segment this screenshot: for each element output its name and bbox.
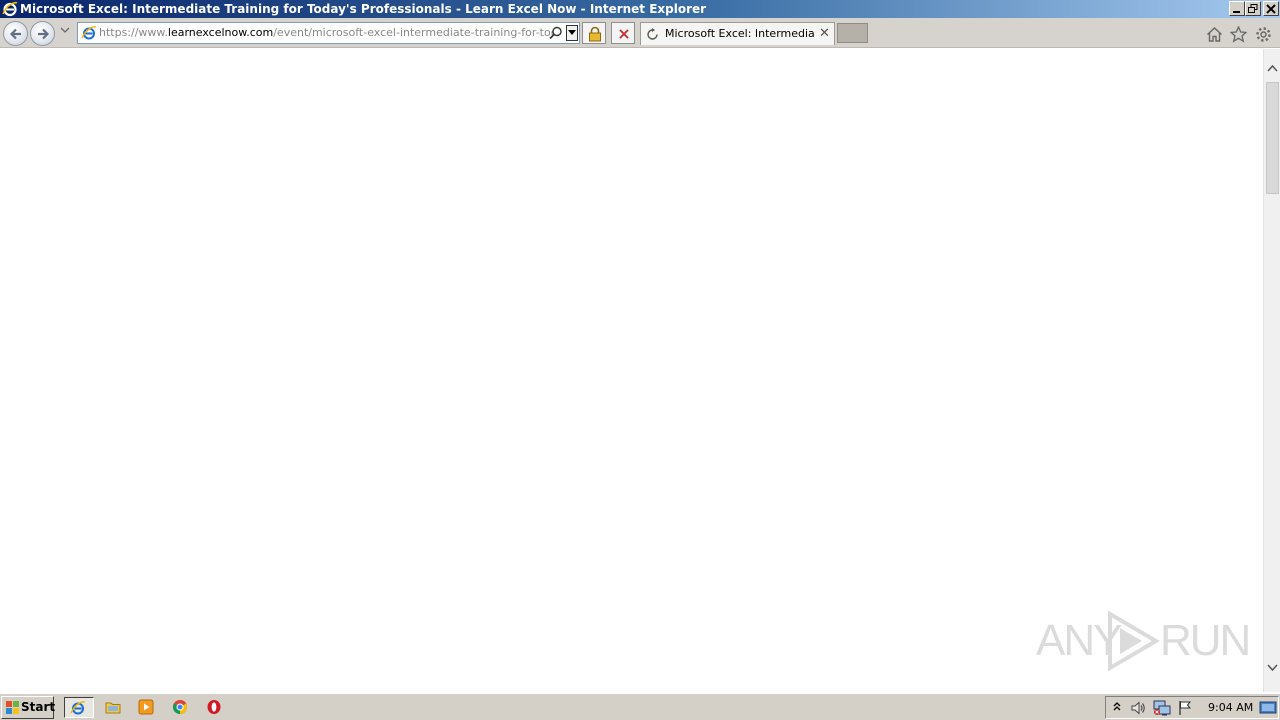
url-scheme: https://www. — [99, 26, 168, 39]
lock-icon — [589, 26, 601, 42]
taskbar-internet-explorer[interactable] — [64, 697, 94, 718]
taskbar-chrome[interactable] — [168, 697, 192, 718]
ie-page-icon — [81, 26, 97, 40]
home-icon[interactable] — [1206, 26, 1223, 43]
taskbar-media-player[interactable] — [134, 697, 158, 718]
media-player-icon — [138, 699, 154, 715]
forward-arrow-icon — [38, 28, 50, 40]
loading-spinner-icon — [647, 28, 658, 40]
minimize-icon — [1233, 11, 1240, 13]
windows-flag-icon — [6, 701, 19, 714]
window-titlebar[interactable]: Microsoft Excel: Intermediate Training f… — [0, 0, 1280, 18]
volume-icon[interactable] — [1130, 700, 1146, 716]
opera-icon — [207, 700, 221, 714]
scroll-down-arrow-icon[interactable] — [1267, 664, 1278, 672]
start-button[interactable]: Start — [1, 696, 56, 719]
vertical-scrollbar[interactable] — [1263, 49, 1280, 692]
ie-icon — [70, 701, 86, 715]
tab-active[interactable]: Microsoft Excel: Intermediat... ✕ — [640, 22, 835, 45]
action-center-flag-icon[interactable] — [1177, 700, 1193, 716]
folder-icon — [105, 702, 121, 714]
dropdown-triangle-icon — [568, 30, 576, 35]
url-domain: learnexcelnow.com — [167, 26, 274, 39]
recent-pages-chevron-icon[interactable] — [60, 27, 70, 35]
address-bar[interactable]: https://www.learnexcelnow.com/event/micr… — [77, 22, 580, 44]
scrollbar-thumb[interactable] — [1266, 82, 1279, 194]
watermark-text-right: RUN — [1160, 616, 1251, 665]
show-desktop-icon[interactable] — [1259, 700, 1277, 716]
security-lock-button[interactable] — [582, 22, 606, 44]
tab-label: Microsoft Excel: Intermediat... — [665, 27, 815, 40]
show-hidden-icons-chevron-icon[interactable] — [1112, 700, 1122, 714]
screen: Microsoft Excel: Intermediate Training f… — [0, 0, 1280, 720]
taskbar: Start 9:04 AM — [0, 693, 1280, 720]
back-button[interactable] — [3, 21, 28, 46]
search-icon[interactable] — [549, 26, 563, 40]
taskbar-opera[interactable] — [202, 697, 226, 718]
star-icon[interactable] — [1230, 26, 1247, 43]
forward-button[interactable] — [30, 21, 55, 46]
network-icon[interactable] — [1153, 700, 1171, 716]
taskbar-clock[interactable]: 9:04 AM — [1208, 701, 1253, 714]
address-dropdown-button[interactable] — [566, 25, 578, 41]
back-arrow-icon — [9, 28, 21, 40]
close-window-button[interactable] — [1263, 1, 1279, 16]
anyrun-watermark: ANY RUN — [1036, 610, 1251, 672]
chrome-icon — [173, 699, 187, 714]
restore-button[interactable] — [1245, 1, 1261, 16]
system-tray: 9:04 AM — [1105, 696, 1279, 719]
minimize-button[interactable] — [1229, 1, 1245, 16]
navigation-bar: https://www.learnexcelnow.com/event/micr… — [0, 18, 1280, 48]
url-path: /event/microsoft-excel-intermediate-trai… — [273, 26, 554, 39]
start-label: Start — [21, 700, 56, 714]
stop-button[interactable] — [611, 22, 635, 44]
taskbar-file-explorer[interactable] — [101, 697, 125, 718]
scroll-up-arrow-icon[interactable] — [1267, 64, 1278, 72]
ie-logo-icon — [2, 2, 18, 17]
address-url[interactable]: https://www.learnexcelnow.com/event/micr… — [99, 26, 554, 39]
page-content[interactable] — [0, 49, 1263, 692]
stop-x-icon — [619, 29, 629, 39]
tab-close-icon[interactable]: ✕ — [819, 27, 830, 41]
close-icon — [1266, 4, 1276, 14]
new-tab-button[interactable] — [837, 23, 868, 43]
play-triangle-icon — [1108, 610, 1160, 672]
window-title: Microsoft Excel: Intermediate Training f… — [20, 2, 707, 16]
gear-icon[interactable] — [1255, 26, 1272, 43]
restore-icon — [1248, 4, 1258, 13]
